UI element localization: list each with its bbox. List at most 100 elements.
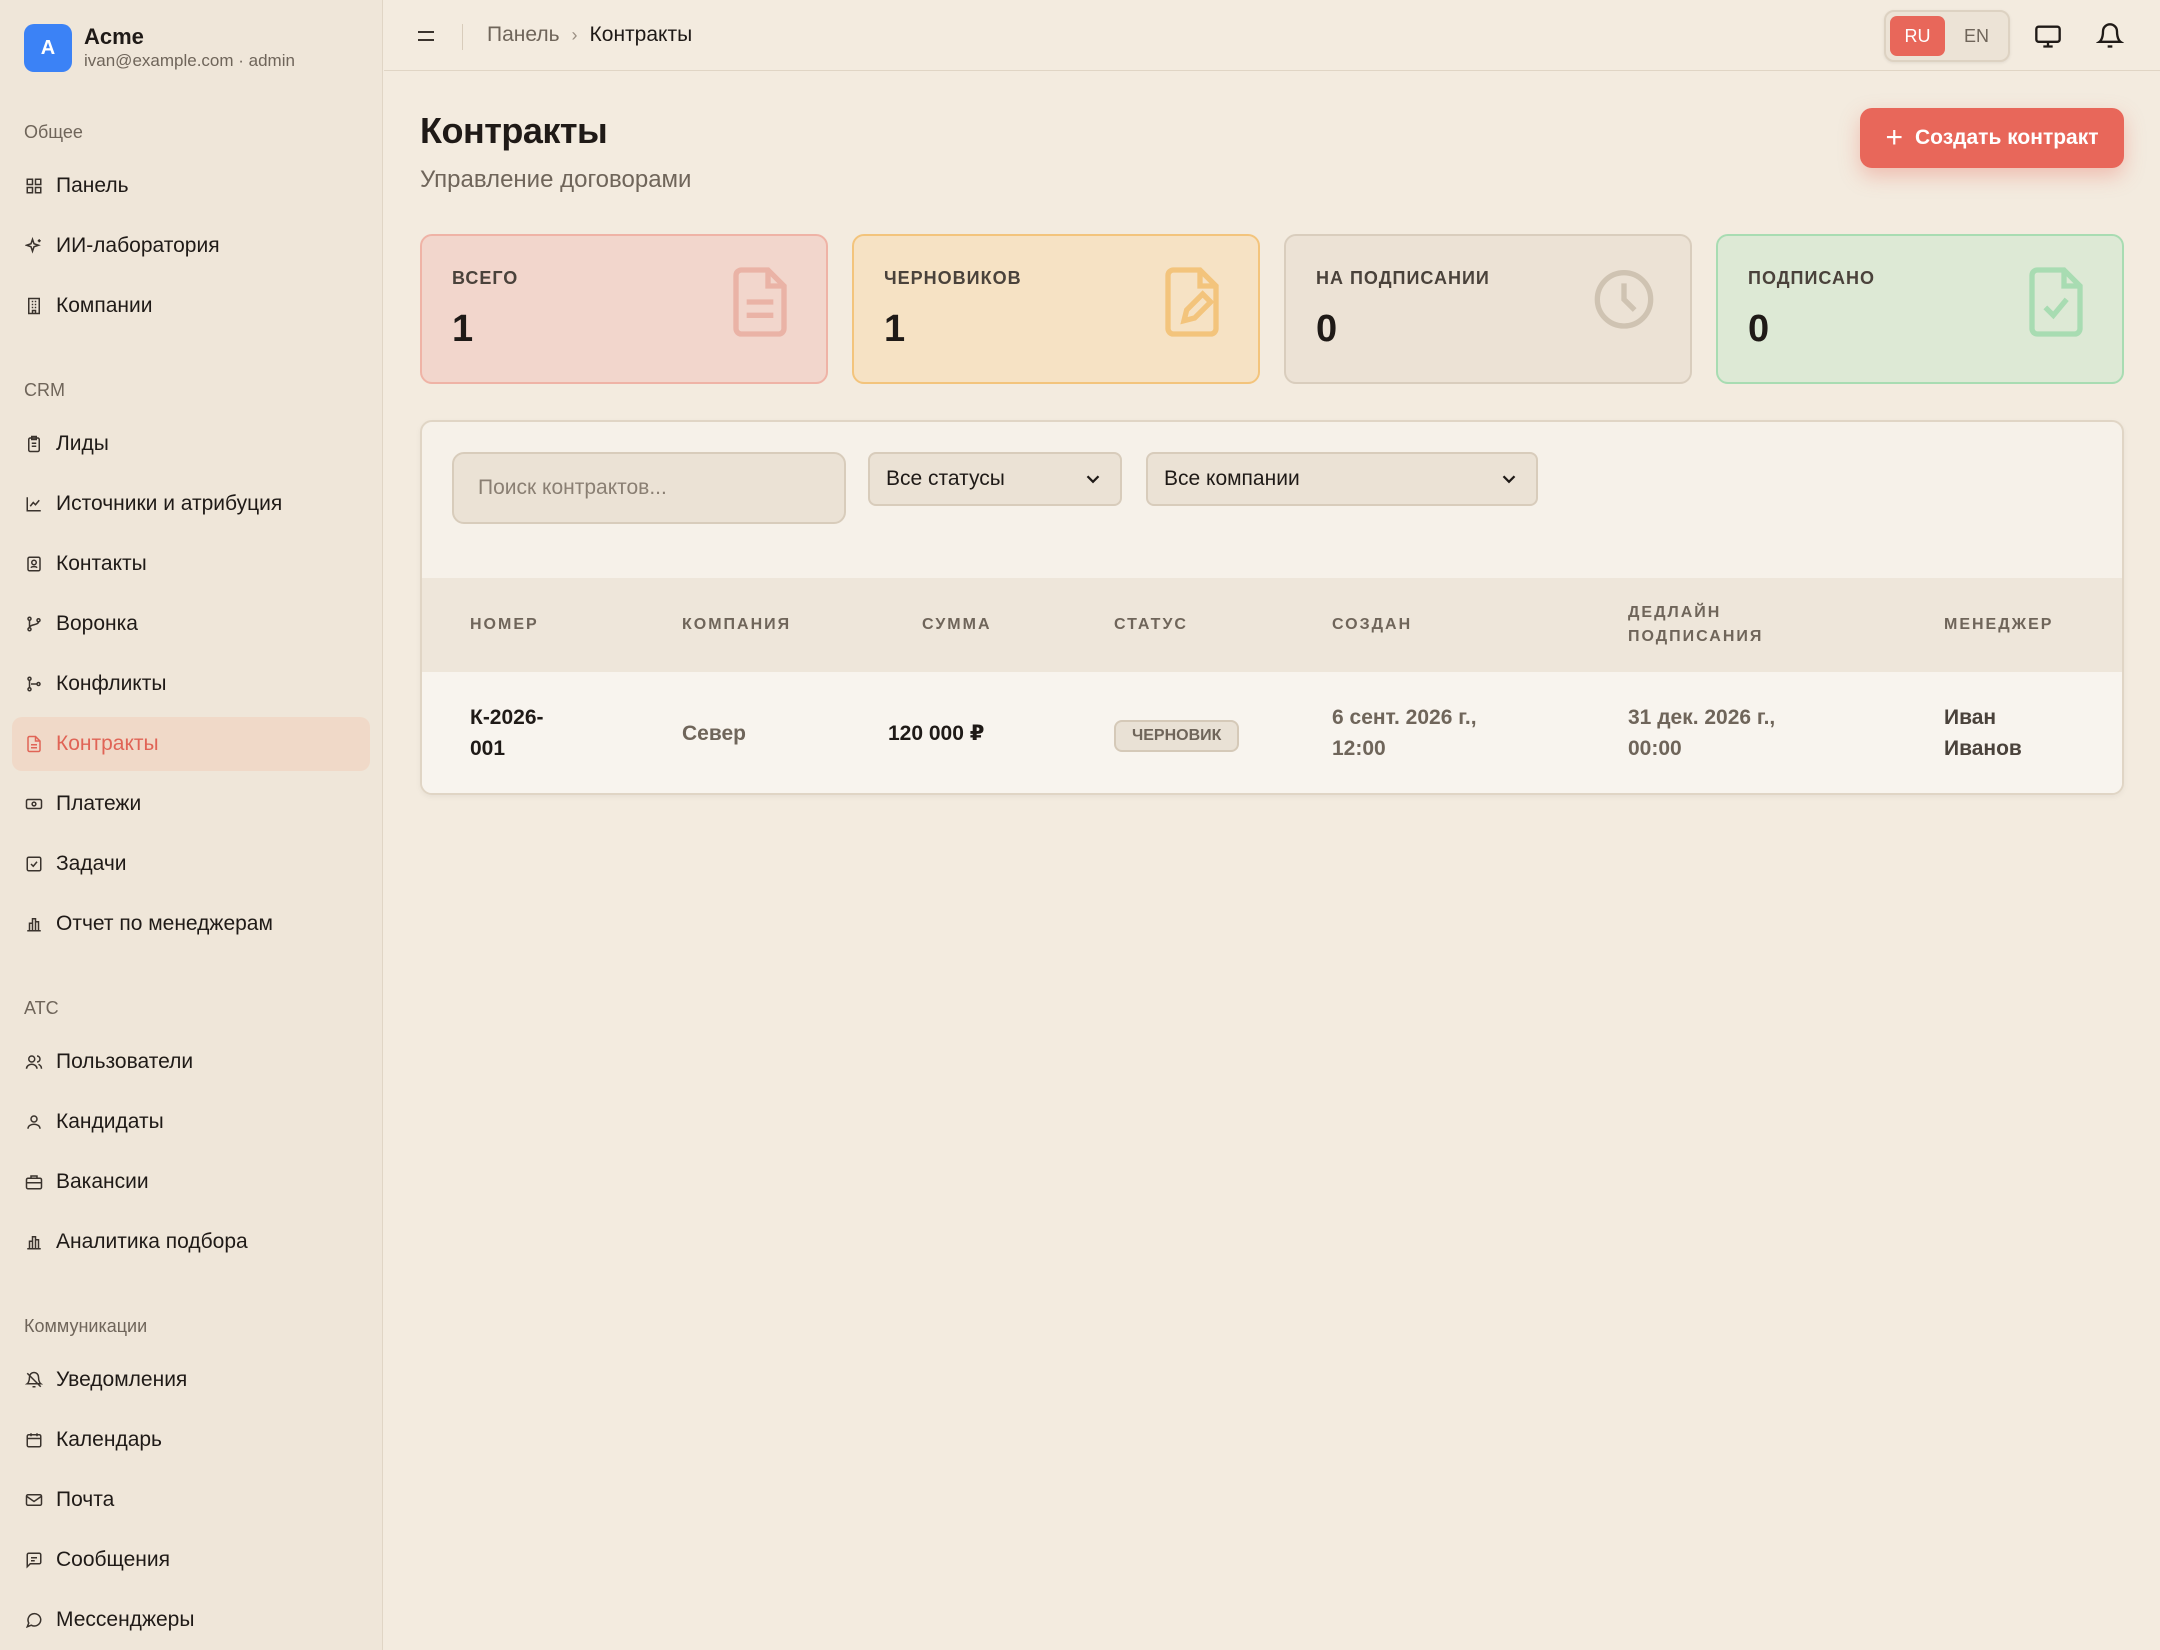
sidebar-item-label: ИИ-лаборатория — [56, 234, 220, 257]
stat-card-drafts: ЧЕРНОВИКОВ 1 — [852, 234, 1260, 384]
stat-value: 0 — [1316, 308, 1338, 350]
sidebar-item-payments[interactable]: Платежи — [12, 777, 370, 831]
brand-avatar: A — [24, 24, 72, 72]
bar-chart-icon — [24, 1232, 44, 1252]
cell-deadline-line1: 31 дек. 2026 г., — [1628, 706, 1776, 729]
create-contract-button[interactable]: + Создать контракт — [1860, 108, 2124, 168]
create-contract-label: Создать контракт — [1915, 126, 2099, 149]
bell-off-icon — [24, 1370, 44, 1390]
menu-toggle-icon[interactable] — [414, 24, 438, 48]
breadcrumb-parent[interactable]: Панель — [487, 23, 560, 47]
briefcase-icon — [24, 1172, 44, 1192]
monitor-icon[interactable] — [2034, 22, 2062, 50]
brand[interactable]: A Acme ivan@example.com · admin — [24, 24, 295, 72]
page-subtitle: Управление договорами — [420, 166, 692, 193]
message-circle-icon — [24, 1610, 44, 1630]
sidebar-item-label: Панель — [56, 174, 129, 197]
sidebar-item-ai-lab[interactable]: ИИ-лаборатория — [12, 219, 370, 273]
stat-card-total: ВСЕГО 1 — [420, 234, 828, 384]
stat-label: НА ПОДПИСАНИИ — [1316, 268, 1490, 288]
contact-card-icon — [24, 554, 44, 574]
clipboard-icon — [24, 434, 44, 454]
sidebar-item-messages[interactable]: Сообщения — [12, 1533, 370, 1587]
breadcrumb-current: Контракты — [589, 23, 693, 46]
search-input[interactable]: Поиск контрактов... — [452, 452, 846, 524]
brand-subtitle: ivan@example.com · admin — [84, 51, 295, 70]
table-row[interactable]: К-2026- 001 Север 120 000 ₽ ЧЕРНОВИК 6 с… — [422, 672, 2122, 793]
column-header-created[interactable]: СОЗДАН — [1332, 613, 1412, 637]
chart-line-icon — [24, 494, 44, 514]
table-header: НОМЕР КОМПАНИЯ СУММА СТАТУС СОЗДАН ДЕДЛА… — [422, 578, 2122, 672]
company-filter-select[interactable]: Все компании — [1146, 452, 1538, 506]
file-check-icon — [2024, 264, 2088, 340]
topbar-divider — [462, 24, 463, 50]
sidebar-item-users[interactable]: Пользователи — [12, 1035, 370, 1089]
users-icon — [24, 1052, 44, 1072]
stat-label: ВСЕГО — [452, 268, 519, 288]
sidebar-item-companies[interactable]: Компании — [12, 279, 370, 333]
column-header-deadline-line2: ПОДПИСАНИЯ — [1628, 628, 1764, 645]
file-text-icon — [24, 734, 44, 754]
company-filter-value: Все компании — [1164, 467, 1300, 490]
sidebar-item-dashboard[interactable]: Панель — [12, 159, 370, 213]
sidebar-item-calendar[interactable]: Календарь — [12, 1413, 370, 1467]
sidebar-item-conflicts[interactable]: Конфликты — [12, 657, 370, 711]
sidebar-item-candidates[interactable]: Кандидаты — [12, 1095, 370, 1149]
cell-manager-line2: Иванов — [1944, 737, 2022, 760]
sidebar-item-sources[interactable]: Источники и атрибуция — [12, 477, 370, 531]
cell-number[interactable]: К-2026- 001 — [470, 702, 544, 764]
column-header-number[interactable]: НОМЕР — [470, 613, 539, 637]
git-merge-icon — [24, 674, 44, 694]
sidebar-item-manager-report[interactable]: Отчет по менеджерам — [12, 897, 370, 951]
stat-value: 1 — [884, 308, 906, 350]
cell-created-line2: 12:00 — [1332, 737, 1386, 760]
column-header-deadline[interactable]: ДЕДЛАЙН ПОДПИСАНИЯ — [1628, 601, 1763, 649]
sidebar-item-label: Пользователи — [56, 1050, 194, 1073]
sidebar-item-contracts[interactable]: Контракты — [12, 717, 370, 771]
section-title-atc: ATC — [24, 998, 59, 1018]
column-header-company[interactable]: КОМПАНИЯ — [682, 613, 791, 637]
sidebar-item-label: Уведомления — [56, 1368, 188, 1391]
sidebar-item-contacts[interactable]: Контакты — [12, 537, 370, 591]
sidebar-item-mail[interactable]: Почта — [12, 1473, 370, 1527]
sidebar-item-label: Отчет по менеджерам — [56, 912, 273, 935]
sidebar-item-leads[interactable]: Лиды — [12, 417, 370, 471]
cell-number-line2: 001 — [470, 737, 506, 760]
section-title-general: Общее — [24, 122, 83, 142]
grid-icon — [24, 176, 44, 196]
column-header-status[interactable]: СТАТУС — [1114, 613, 1188, 637]
sidebar-item-notifications[interactable]: Уведомления — [12, 1353, 370, 1407]
sidebar-item-recruiting-analytics[interactable]: Аналитика подбора — [12, 1215, 370, 1269]
status-filter-select[interactable]: Все статусы — [868, 452, 1122, 506]
sidebar-item-label: Контракты — [56, 732, 159, 755]
cell-deadline: 31 дек. 2026 г., 00:00 — [1628, 702, 1775, 764]
cell-number-line1: К-2026- — [470, 706, 544, 729]
sidebar-item-label: Компании — [56, 294, 153, 317]
building-icon — [24, 296, 44, 316]
sidebar-item-label: Источники и атрибуция — [56, 492, 283, 515]
file-text-icon — [728, 264, 792, 340]
status-filter-value: Все статусы — [886, 467, 1005, 490]
cell-company: Север — [682, 722, 746, 745]
sidebar-item-tasks[interactable]: Задачи — [12, 837, 370, 891]
column-header-amount[interactable]: СУММА — [922, 613, 992, 637]
section-title-crm: CRM — [24, 380, 65, 400]
sidebar-item-label: Сообщения — [56, 1548, 170, 1571]
sidebar-item-messengers[interactable]: Мессенджеры — [12, 1593, 370, 1647]
lang-en-button[interactable]: EN — [1949, 16, 2004, 56]
sparkles-icon — [24, 236, 44, 256]
column-header-manager[interactable]: МЕНЕДЖЕР — [1944, 613, 2053, 637]
sidebar-item-label: Конфликты — [56, 672, 167, 695]
calendar-icon — [24, 1430, 44, 1450]
sidebar-item-label: Задачи — [56, 852, 127, 875]
lang-ru-button[interactable]: RU — [1890, 16, 1945, 56]
sidebar-item-vacancies[interactable]: Вакансии — [12, 1155, 370, 1209]
stat-card-signed: ПОДПИСАНО 0 — [1716, 234, 2124, 384]
bell-icon[interactable] — [2095, 22, 2125, 50]
user-icon — [24, 1112, 44, 1132]
page-title: Контракты — [420, 110, 608, 151]
sidebar-item-label: Вакансии — [56, 1170, 149, 1193]
sidebar-item-label: Мессенджеры — [56, 1608, 195, 1631]
sidebar-item-label: Платежи — [56, 792, 142, 815]
sidebar-item-funnel[interactable]: Воронка — [12, 597, 370, 651]
